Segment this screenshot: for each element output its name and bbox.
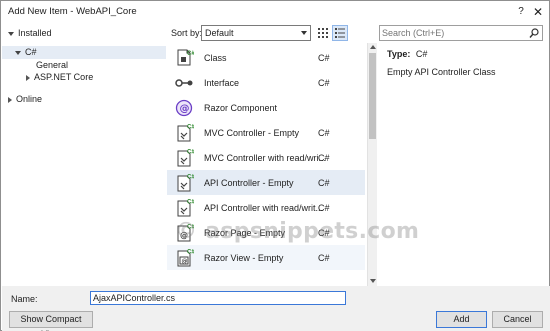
template-name: MVC Controller - Empty	[204, 128, 300, 138]
template-name: Razor View - Empty	[204, 253, 284, 263]
expand-arrow-icon	[8, 31, 14, 36]
template-name: Razor Page - Empty	[204, 228, 286, 238]
collapse-arrow-icon	[8, 96, 12, 103]
tree-item-label: General	[36, 60, 69, 70]
search-box	[379, 25, 543, 41]
controller-icon: C#	[177, 125, 194, 142]
list-view-button[interactable]	[332, 25, 348, 41]
grid-view-button[interactable]	[315, 25, 331, 41]
controller-icon: C#	[177, 200, 194, 217]
tree-item-label: ASP.NET Core	[34, 72, 94, 82]
controller-icon: C#	[177, 175, 194, 192]
template-item-razor-component[interactable]: @ Razor Component	[167, 95, 365, 120]
scroll-up-icon[interactable]	[370, 45, 376, 49]
add-button[interactable]: Add	[436, 311, 487, 328]
search-icon[interactable]	[526, 26, 542, 40]
template-name: API Controller - Empty	[204, 178, 294, 188]
window-title: Add New Item - WebAPI_Core	[8, 6, 137, 17]
template-language: C#	[318, 53, 330, 63]
scroll-down-icon[interactable]	[370, 279, 376, 283]
template-language: C#	[318, 228, 330, 238]
tree-item-csharp[interactable]: C#	[15, 46, 37, 59]
svg-text:C#: C#	[187, 225, 194, 231]
type-label: Type:	[387, 49, 411, 59]
svg-text:@: @	[182, 258, 188, 265]
name-label: Name:	[11, 294, 38, 304]
template-item-razor-view-empty[interactable]: @ C# Razor View - Empty C#	[167, 245, 365, 270]
template-language: C#	[318, 203, 330, 213]
template-item-interface[interactable]: Interface C#	[167, 70, 365, 95]
razor-component-icon: @	[175, 99, 193, 117]
sort-by-value: Default	[205, 28, 234, 38]
template-name: Class	[204, 53, 227, 63]
svg-text:@: @	[180, 104, 190, 115]
template-item-api-controller-readwrite[interactable]: C# API Controller with read/writ... C#	[167, 195, 365, 220]
svg-text:C#: C#	[187, 150, 194, 156]
template-language: C#	[318, 253, 330, 263]
template-item-mvc-controller-readwrite[interactable]: C# MVC Controller with read/wri... C#	[167, 145, 365, 170]
show-compact-view-button[interactable]: Show Compact View	[9, 311, 93, 331]
collapse-arrow-icon	[26, 74, 30, 81]
template-item-mvc-controller-empty[interactable]: C# MVC Controller - Empty C#	[167, 120, 365, 145]
grid-view-icon	[318, 28, 328, 38]
help-button[interactable]: ?	[514, 5, 528, 19]
tree-item-online[interactable]: Online	[8, 93, 42, 106]
template-language: C#	[318, 153, 330, 163]
template-name: API Controller with read/writ...	[204, 203, 324, 213]
interface-icon	[175, 79, 193, 87]
template-language: C#	[318, 78, 330, 88]
template-item-api-controller-empty[interactable]: C# API Controller - Empty C#	[167, 170, 365, 195]
expand-arrow-icon	[15, 50, 21, 55]
search-input[interactable]	[382, 27, 522, 39]
template-language: C#	[318, 128, 330, 138]
razor-view-icon: @ C#	[177, 250, 194, 267]
svg-text:C#: C#	[187, 175, 194, 181]
tree-item-label: Installed	[18, 28, 52, 38]
cancel-button[interactable]: Cancel	[492, 311, 543, 328]
tree-item-label: C#	[25, 47, 37, 57]
type-value: C#	[415, 49, 428, 59]
svg-text:C#: C#	[187, 200, 194, 206]
svg-text:C#: C#	[187, 125, 194, 131]
sort-by-label: Sort by:	[171, 28, 203, 38]
svg-text:C#: C#	[187, 51, 194, 57]
template-list-scrollbar[interactable]	[367, 43, 377, 286]
tree-item-installed[interactable]: Installed	[8, 27, 52, 40]
template-name: Razor Component	[204, 103, 278, 113]
template-item-razor-page-empty[interactable]: @ C# Razor Page - Empty C#	[167, 220, 365, 245]
template-name: MVC Controller with read/wri...	[204, 153, 327, 163]
template-list: C# Class C# Interface C# @ Razor Compone…	[167, 43, 367, 286]
add-new-item-dialog: Add New Item - WebAPI_Core ? ✕ Installed…	[0, 0, 550, 331]
sort-by-dropdown[interactable]: Default	[201, 25, 311, 41]
list-view-icon	[335, 28, 345, 38]
chevron-down-icon	[301, 31, 307, 35]
svg-text:@: @	[180, 231, 188, 240]
template-language: C#	[318, 178, 330, 188]
razor-page-icon: @ C#	[177, 225, 194, 242]
name-field[interactable]	[90, 291, 346, 305]
controller-icon: C#	[177, 150, 194, 167]
tree-item-aspnet-core[interactable]: ASP.NET Core	[26, 71, 93, 84]
template-description: Empty API Controller Class	[387, 67, 496, 77]
close-button[interactable]: ✕	[531, 5, 545, 19]
scroll-thumb[interactable]	[369, 53, 376, 139]
tree-item-label: Online	[16, 94, 43, 104]
template-tree: Installed C# General ASP.NET Core Online	[2, 23, 166, 285]
class-icon: C#	[177, 49, 194, 66]
title-bar: Add New Item - WebAPI_Core ? ✕	[1, 1, 549, 23]
template-type-line: Type: C#	[387, 49, 427, 59]
template-item-class[interactable]: C# Class C#	[167, 45, 365, 70]
template-name: Interface	[204, 78, 240, 88]
svg-text:C#: C#	[187, 250, 194, 256]
